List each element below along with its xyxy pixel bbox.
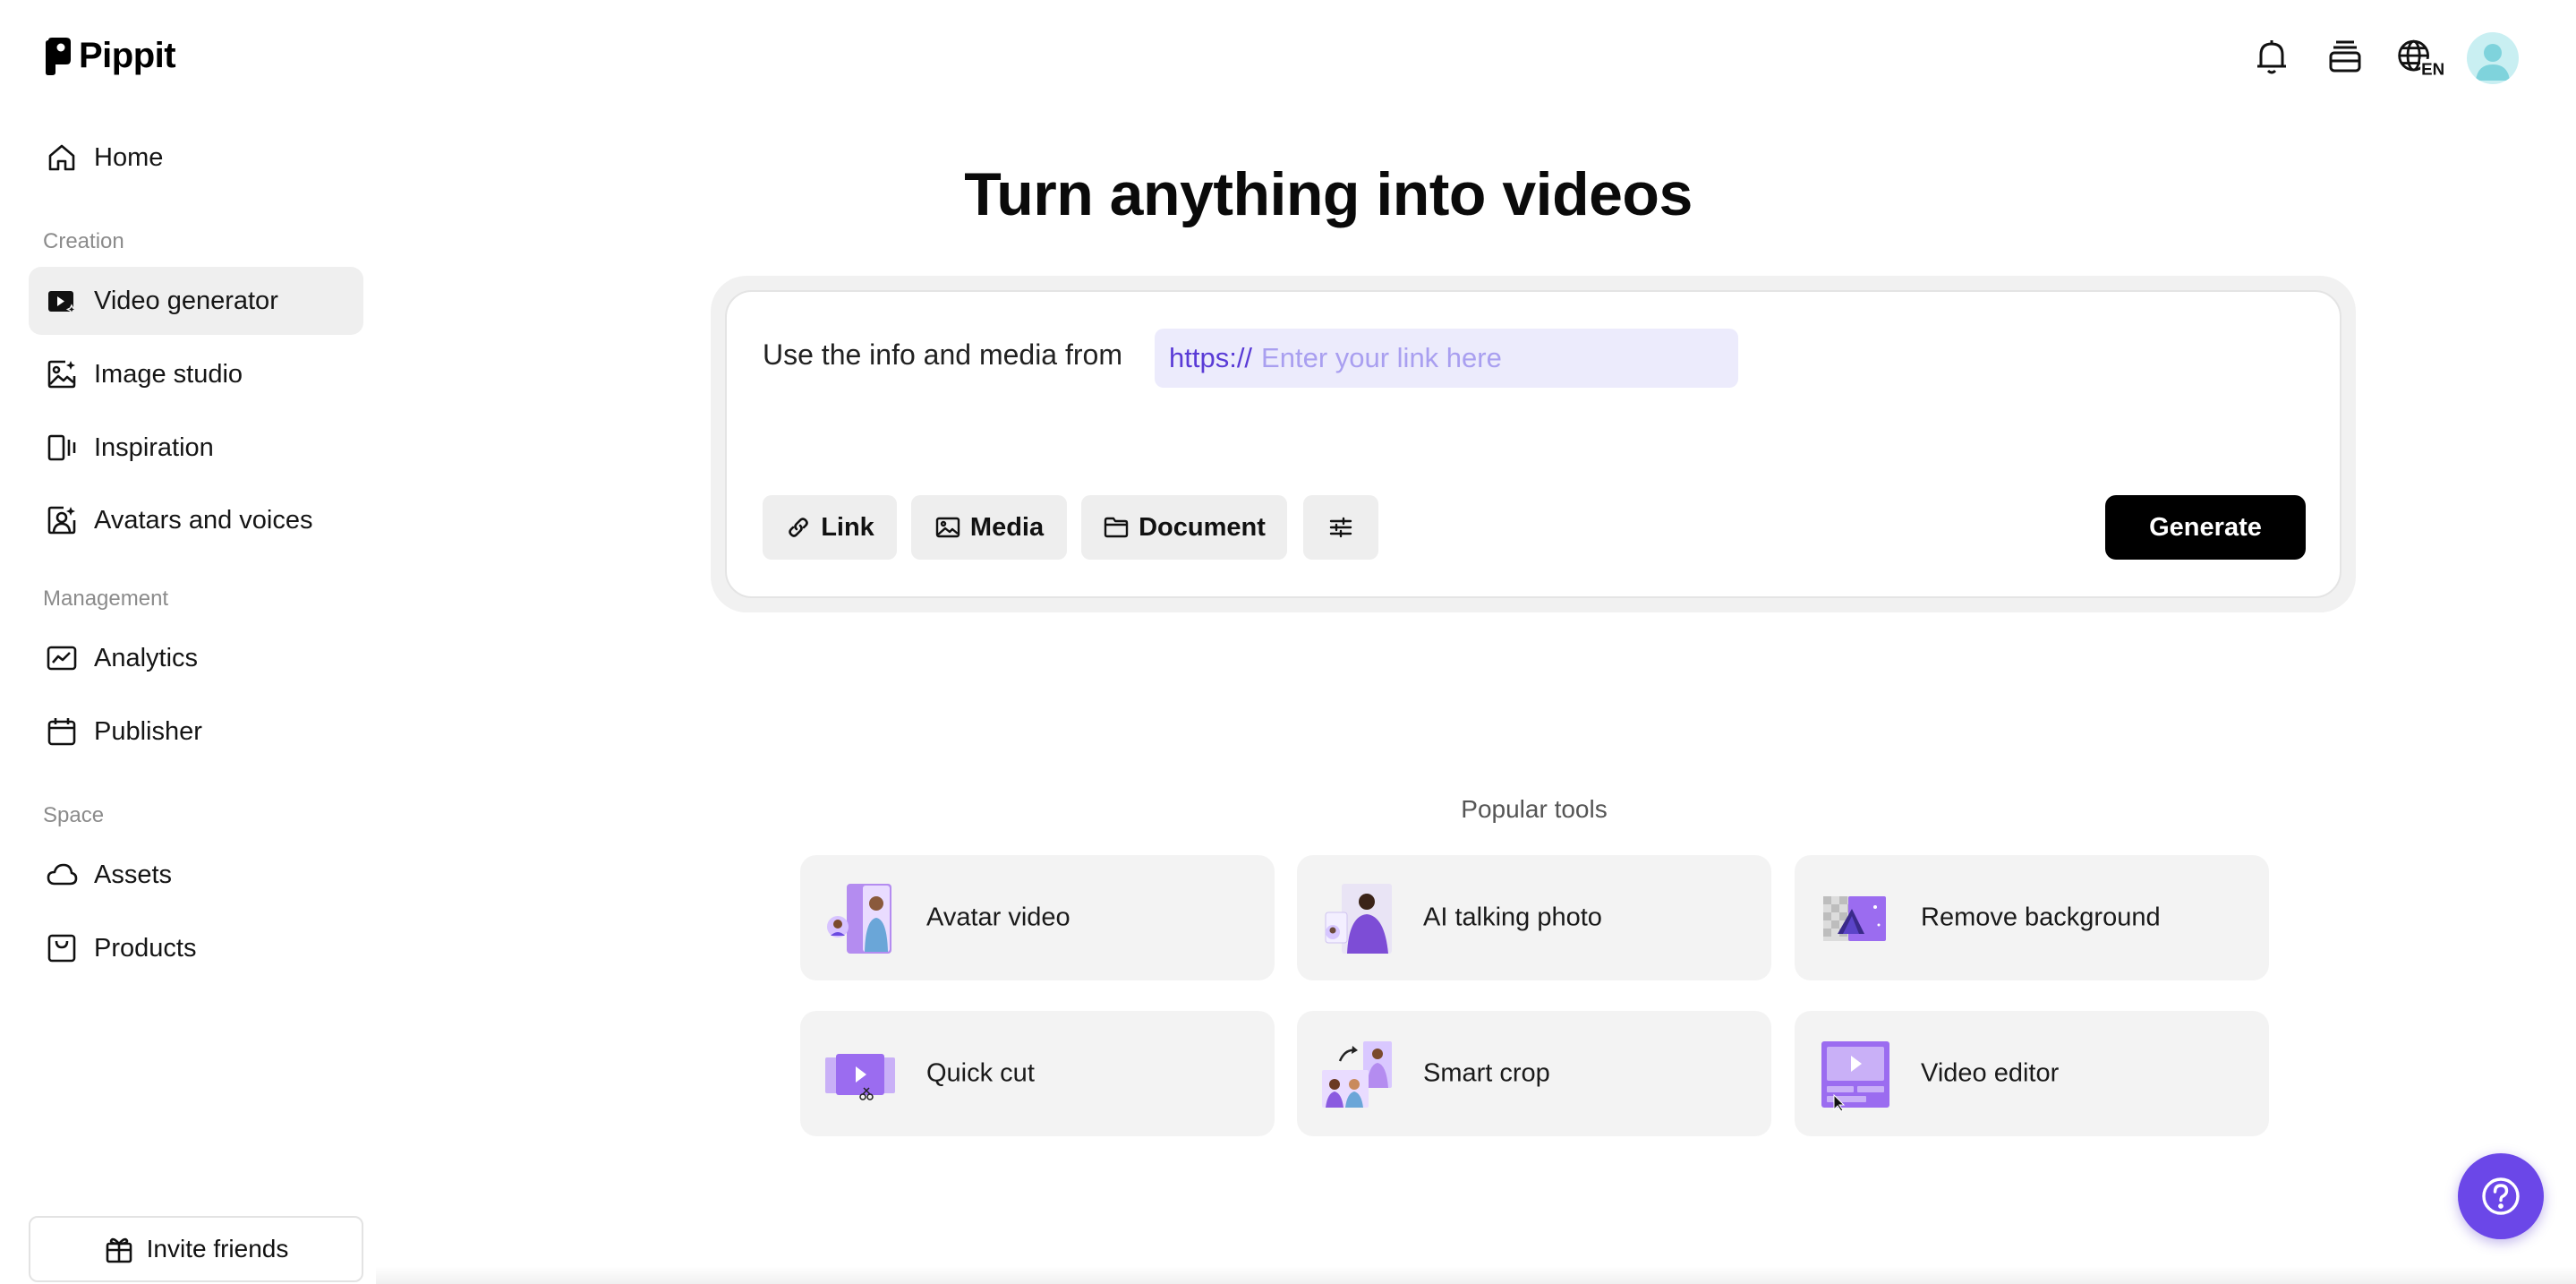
- link-button[interactable]: Link: [763, 495, 897, 560]
- section-label-creation: Creation: [43, 229, 124, 253]
- link-placeholder: Enter your link here: [1261, 342, 1502, 373]
- prompt-lead-text: Use the info and media from: [763, 338, 1122, 371]
- tool-card-label: AI talking photo: [1423, 903, 1602, 932]
- language-code: EN: [2421, 60, 2444, 79]
- bell-icon: [2257, 40, 2286, 74]
- question-icon: [2482, 1177, 2520, 1215]
- sidebar-item-label: Assets: [94, 860, 173, 889]
- language-button[interactable]: EN: [2393, 32, 2451, 82]
- media-button-label: Media: [969, 512, 1045, 542]
- tool-card-remove-background[interactable]: Remove background: [1795, 855, 2269, 980]
- brand-logo[interactable]: Pippit: [45, 36, 176, 76]
- tool-card-video-editor[interactable]: Video editor: [1795, 1011, 2269, 1136]
- settings-sliders-icon: [1329, 517, 1352, 538]
- notifications-button[interactable]: [2247, 32, 2297, 82]
- generate-button[interactable]: Generate: [2105, 495, 2306, 560]
- image-studio-icon: [45, 357, 79, 391]
- tool-card-label: Smart crop: [1423, 1058, 1550, 1088]
- sidebar-item-label: Analytics: [94, 643, 199, 672]
- credits-icon: [2329, 40, 2361, 73]
- folder-icon: [1104, 517, 1129, 538]
- tool-card-label: Quick cut: [926, 1058, 1035, 1088]
- link-prefix: https://: [1169, 342, 1253, 373]
- sidebar-item-label: Publisher: [94, 716, 202, 746]
- sidebar-item-products[interactable]: Products: [29, 914, 363, 982]
- cloud-icon: [45, 858, 79, 892]
- sidebar-item-label: Inspiration: [94, 432, 214, 462]
- sidebar-item-publisher[interactable]: Publisher: [29, 698, 363, 766]
- inspiration-icon: [45, 431, 79, 465]
- link-input[interactable]: https:// Enter your link here: [1155, 329, 1738, 388]
- media-button[interactable]: Media: [911, 495, 1067, 560]
- popular-tools-title: Popular tools: [1461, 795, 1608, 823]
- remove-background-icon: [1823, 896, 1886, 941]
- invite-friends-label: Invite friends: [146, 1235, 289, 1263]
- tool-card-quick-cut[interactable]: Quick cut: [800, 1011, 1275, 1136]
- sidebar-item-inspiration[interactable]: Inspiration: [29, 414, 363, 482]
- quick-cut-icon: [825, 1054, 895, 1100]
- tool-card-label: Video editor: [1921, 1058, 2060, 1088]
- link-button-label: Link: [821, 512, 874, 542]
- analytics-icon: [45, 641, 79, 675]
- brand-name: Pippit: [79, 36, 176, 75]
- settings-button[interactable]: [1303, 495, 1378, 560]
- tool-card-label: Avatar video: [926, 903, 1070, 932]
- help-button[interactable]: [2458, 1153, 2544, 1239]
- image-icon: [935, 517, 960, 538]
- invite-friends-button[interactable]: Invite friends: [29, 1216, 363, 1282]
- video-editor-icon: [1821, 1041, 1889, 1111]
- product-icon: [45, 931, 79, 965]
- link-icon: [789, 518, 808, 537]
- tool-card-smart-crop[interactable]: Smart crop: [1297, 1011, 1771, 1136]
- sidebar-item-label: Products: [94, 933, 197, 963]
- credits-button[interactable]: [2320, 32, 2370, 82]
- app-root: Pippit Home Creation Video generator Ima…: [0, 0, 2576, 1284]
- avatar-voice-icon: [45, 503, 79, 537]
- document-button[interactable]: Document: [1081, 495, 1287, 560]
- user-avatar[interactable]: [2467, 32, 2519, 84]
- section-label-management: Management: [43, 586, 169, 611]
- sidebar-item-image-studio[interactable]: Image studio: [29, 340, 363, 408]
- language-icon: EN: [2398, 39, 2446, 79]
- section-label-space: Space: [43, 803, 105, 827]
- smart-crop-icon: [1322, 1041, 1392, 1108]
- sidebar-item-label: Video generator: [94, 286, 278, 315]
- sidebar-item-assets[interactable]: Assets: [29, 841, 363, 909]
- tool-card-ai-talking-photo[interactable]: AI talking photo: [1297, 855, 1771, 980]
- tool-card-avatar-video[interactable]: Avatar video: [800, 855, 1275, 980]
- sidebar-item-label: Avatars and voices: [94, 505, 313, 535]
- user-avatar-icon: [2476, 44, 2510, 81]
- sidebar-item-label: Image studio: [94, 359, 243, 389]
- calendar-icon: [45, 715, 79, 749]
- bottom-edge-shadow: [376, 1266, 2576, 1284]
- tool-card-label: Remove background: [1921, 903, 2161, 932]
- page-title: Turn anything into videos: [964, 160, 1693, 228]
- sidebar-item-video-generator[interactable]: Video generator: [29, 267, 363, 335]
- sidebar-item-analytics[interactable]: Analytics: [29, 624, 363, 692]
- video-generator-icon: [45, 284, 79, 318]
- sidebar-item-avatars-and-voices[interactable]: Avatars and voices: [29, 486, 363, 554]
- pippit-logo-icon: [46, 37, 71, 75]
- talking-photo-icon: [1325, 884, 1392, 954]
- document-button-label: Document: [1139, 512, 1266, 542]
- gift-icon: [106, 1237, 132, 1263]
- avatar-video-icon: [827, 884, 891, 954]
